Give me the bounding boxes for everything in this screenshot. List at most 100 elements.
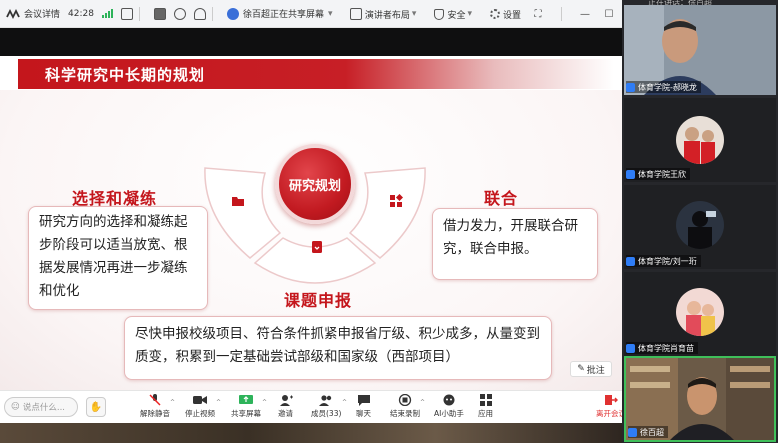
chat-button[interactable]: 聊天 <box>356 394 371 419</box>
settings-label: 设置 <box>502 10 521 21</box>
avatar <box>676 201 724 249</box>
fullscreen-icon[interactable]: ⛶ <box>531 9 545 20</box>
sharer-avatar-icon <box>226 7 239 20</box>
participant-tile[interactable]: 体育学院王欣 <box>624 98 776 182</box>
participant-tile[interactable]: 体育学院-郝晓龙 <box>624 5 776 95</box>
ai-assistant-button[interactable]: AI小助手 <box>434 394 464 419</box>
avatar-image <box>676 201 724 249</box>
right-segment <box>348 167 426 259</box>
annotate-button[interactable]: ✎ 批注 <box>570 361 612 377</box>
sharing-status: 徐百超正在共享屏幕 ▾ <box>226 7 333 20</box>
chevron-up-icon[interactable]: ^ <box>216 399 221 406</box>
sharing-status-text: 徐百超正在共享屏幕 <box>242 10 324 20</box>
network-signal-icon[interactable] <box>101 9 113 18</box>
mic-icon <box>626 256 635 266</box>
participant-name: 体育学院肖育苗 <box>638 343 694 353</box>
mic-icon <box>626 343 635 353</box>
layout-label: 演讲者布局 <box>364 10 410 21</box>
members-button[interactable]: 成员(33) <box>311 394 341 419</box>
participant-name: 体育学院-郝晓龙 <box>638 82 697 92</box>
divider <box>561 7 562 21</box>
avatar <box>676 116 724 164</box>
settings-button[interactable]: 设置 <box>489 8 521 21</box>
raise-hand-icon[interactable]: ✋ <box>86 397 106 417</box>
desktop-background-strip <box>0 423 622 443</box>
meeting-toolbar: ☺ 说点什么... ✋ 解除静音 ^ 停止视频 ^ 共享屏幕 ^ 邀请 成员(3… <box>0 390 626 423</box>
emoji-icon: ☺ <box>11 402 20 412</box>
security-button[interactable]: 安全 ▾ <box>434 8 472 21</box>
participant-gallery: 正在讲话：徐百超 体育学院-郝晓龙 体育学院王欣 体育学院/刘一珩 体育学院肖育… <box>622 0 778 443</box>
maximize-icon[interactable]: ☐ <box>602 9 616 20</box>
annotate-label: 批注 <box>586 365 605 376</box>
mic-icon <box>626 82 635 92</box>
participant-name: 体育学院王欣 <box>638 169 686 179</box>
app-logo-icon <box>6 8 20 19</box>
chevron-up-icon[interactable]: ^ <box>262 399 267 406</box>
chevron-down-icon: ▾ <box>411 9 417 19</box>
right-heading: 联合 <box>484 189 519 208</box>
right-textbox: 借力发力，开展联合研究，联合申报。 <box>432 208 598 280</box>
gear-icon <box>489 9 500 19</box>
minimize-icon[interactable]: — <box>578 9 592 20</box>
record-icon[interactable] <box>173 7 186 20</box>
mic-icon <box>628 427 637 437</box>
active-speaker-tile[interactable]: 徐百超 <box>624 356 776 442</box>
chevron-up-icon[interactable]: ^ <box>170 399 175 406</box>
unmute-button[interactable]: 解除静音 <box>140 394 170 419</box>
avatar-image <box>676 288 724 336</box>
participant-name: 徐百超 <box>640 427 664 437</box>
apps-icon <box>479 394 492 406</box>
end-record-button[interactable]: 结束录制 <box>390 394 420 419</box>
layout-icon <box>349 8 362 20</box>
slide-title: 科学研究中长期的规划 <box>45 66 206 84</box>
apps-button[interactable]: 应用 <box>478 394 493 419</box>
folder-icon <box>232 197 244 206</box>
meeting-duration: 42:28 <box>68 8 94 19</box>
chat-label: 聊天 <box>356 409 371 418</box>
camera-icon <box>193 396 207 404</box>
slide-top-band <box>0 28 622 56</box>
add-user-icon <box>279 395 293 406</box>
chat-placeholder: 说点什么... <box>22 403 65 413</box>
mic-muted-icon <box>149 394 161 406</box>
chevron-up-icon[interactable]: ^ <box>420 399 425 406</box>
chevron-down-icon: ▾ <box>467 9 472 19</box>
participant-tile[interactable]: 体育学院肖育苗 <box>624 272 776 356</box>
avatar-image <box>676 116 724 164</box>
participant-name: 体育学院/刘一珩 <box>638 256 697 266</box>
invite-label: 邀请 <box>278 409 293 418</box>
leave-icon <box>605 395 618 405</box>
video-off-icon[interactable] <box>153 7 166 20</box>
share-screen-button[interactable]: 共享屏幕 <box>231 394 261 419</box>
layout-button[interactable]: 演讲者布局 ▾ <box>349 8 417 21</box>
participant-label: 体育学院肖育苗 <box>626 342 698 354</box>
left-textbox: 研究方向的选择和凝练起步阶段可以适当放宽、根据发展情况再进一步凝练和优化 <box>28 206 208 310</box>
ai-assistant-icon <box>443 394 455 406</box>
divider <box>138 6 140 21</box>
center-label: 研究规划 <box>288 178 341 194</box>
topbar-right-controls: 演讲者布局 ▾ 安全 ▾ 设置 ⛶ — ☐ <box>342 0 616 28</box>
bottom-heading: 课题申报 <box>284 291 353 310</box>
end-record-label: 结束录制 <box>390 409 420 418</box>
mic-icon <box>626 169 635 179</box>
center-circle: 研究规划 <box>275 144 355 224</box>
document-icon <box>312 241 322 253</box>
meeting-info-button[interactable]: 会议详情 <box>24 7 60 20</box>
record-stop-icon <box>398 394 412 406</box>
members-label: 成员(33) <box>311 409 342 418</box>
stop-video-label: 停止视频 <box>185 409 215 418</box>
stop-video-button[interactable]: 停止视频 <box>185 394 215 419</box>
shared-screen: 科学研究中长期的规划 研究规划 选择和凝练 研究方向的选择和凝练起步阶段可以适当… <box>0 28 622 390</box>
pen-icon: ✎ <box>577 364 585 374</box>
invite-button[interactable]: 邀请 <box>278 394 293 419</box>
divider <box>211 6 213 21</box>
participant-tile[interactable]: 体育学院/刘一珩 <box>624 185 776 269</box>
chevron-up-icon[interactable]: ^ <box>342 399 347 406</box>
security-label: 安全 <box>447 10 466 21</box>
share-screen-label: 共享屏幕 <box>231 409 261 418</box>
chat-quick-input[interactable]: ☺ 说点什么... <box>4 397 78 417</box>
people-icon[interactable] <box>193 7 206 20</box>
popout-icon[interactable] <box>120 7 133 20</box>
participant-label: 体育学院王欣 <box>626 168 690 180</box>
chevron-down-icon[interactable]: ▾ <box>328 9 333 19</box>
